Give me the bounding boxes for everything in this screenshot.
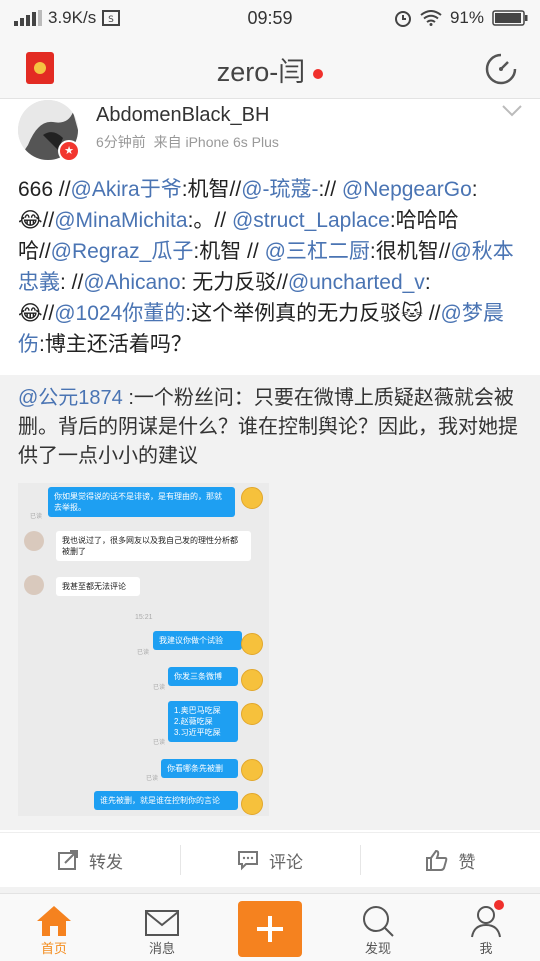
tab-compose[interactable] (216, 894, 324, 961)
chat-bubble: 我甚至都无法评论 (56, 577, 140, 596)
repost-label: 转发 (89, 852, 123, 872)
chat-bubble: 我建议你做个试验 (153, 631, 242, 650)
status-bar: 3.9K/s S 09:59 91% (0, 0, 540, 36)
chat-avatar (241, 669, 263, 691)
wifi-icon (420, 10, 442, 26)
search-icon (363, 906, 394, 937)
signal-icon (14, 10, 42, 26)
tab-me[interactable]: 我 (432, 894, 540, 961)
post-text: 666 //@Akira于爷:机智//@-琉蔻-:// @NepgearGo:😂… (18, 174, 526, 360)
repost-button[interactable]: 转发 (0, 833, 180, 887)
mention-link[interactable]: @uncharted_v (288, 271, 425, 294)
post-time: 6分钟前 (96, 134, 146, 150)
compose-button[interactable] (238, 901, 302, 957)
mention-link[interactable]: @-琉蔻- (241, 178, 318, 201)
tab-me-label: 我 (479, 941, 493, 956)
read-receipt: 已读 (137, 650, 150, 656)
chat-avatar (241, 759, 263, 781)
notification-dot (313, 68, 324, 79)
mention-link[interactable]: @Akira于爷 (71, 178, 182, 201)
chat-timestamp: 15:21 (135, 614, 153, 621)
chat-avatar (241, 703, 263, 725)
tab-messages[interactable]: 消息 (108, 894, 216, 961)
chat-avatar (24, 575, 44, 595)
like-button[interactable]: 赞 (360, 833, 540, 887)
repost-text: @公元1874 :一个粉丝问：只要在微博上质疑赵薇就会被删。背后的阴谋是什么？谁… (18, 384, 526, 471)
mention-link[interactable]: @1024你董的 (54, 302, 185, 325)
chat-bubble: 你发三条微博 (168, 667, 238, 686)
mention-link[interactable]: @三杠二厨 (265, 240, 370, 263)
chat-avatar (241, 793, 263, 815)
repost-author-link[interactable]: @公元1874 (18, 387, 123, 409)
repost-icon (58, 850, 78, 870)
mention-link[interactable]: @Regraz_瓜子 (51, 240, 194, 263)
post-text-segment: : 无力反驳// (180, 271, 288, 294)
post-text-segment: :博主还活着吗？ (39, 333, 192, 356)
post-text-segment: : // (60, 271, 84, 294)
verified-badge-icon: ★ (58, 140, 80, 162)
mention-link[interactable]: @struct_Laplace (232, 209, 390, 232)
mention-link[interactable]: @NepgearGo (342, 178, 472, 201)
post-text-segment: 666 // (18, 178, 71, 201)
chevron-down-icon[interactable] (502, 104, 522, 118)
chat-bubble: 1.奥巴马吃屎 2.赵薇吃屎 3.习近平吃屎 (168, 701, 238, 742)
post-action-bar: 转发 评论 赞 (0, 832, 540, 887)
tab-discover-label: 发现 (364, 941, 391, 956)
chat-bubble: 我也说过了，很多网友以及我自己发的理性分析都被删了 (56, 531, 251, 561)
read-receipt: 已读 (146, 776, 159, 782)
screenshot-icon: S (102, 10, 121, 26)
chat-avatar (24, 531, 44, 551)
svg-text:S: S (108, 15, 114, 25)
chat-avatar (241, 487, 263, 509)
chat-bubble: 你看哪条先被删 (161, 759, 238, 778)
plus-icon (257, 916, 283, 942)
post-text-segment: :这个举例真的无力反驳🐱 // (185, 302, 441, 325)
bottom-tab-bar: 首页 消息 发现 我 (0, 893, 540, 961)
post-text-segment: :// (318, 178, 337, 201)
embedded-chat-image[interactable]: 你如果觉得说的话不是诽谤，是有理由的，那就去举报。 已读 我也说过了，很多网友以… (18, 483, 269, 816)
alarm-icon (394, 11, 411, 27)
read-receipt: 已读 (30, 514, 43, 520)
thumbs-up-icon (425, 849, 447, 871)
post-meta: 6分钟前 来自 iPhone 6s Plus (96, 132, 279, 152)
post-source: 来自 iPhone 6s Plus (153, 134, 279, 150)
post-text-segment: :机智 // (193, 240, 259, 263)
home-icon (37, 906, 71, 936)
post-text-segment: :。// (187, 209, 227, 232)
radar-icon[interactable] (484, 52, 518, 86)
tab-discover[interactable]: 发现 (324, 894, 432, 961)
mention-link[interactable]: @Ahicano (83, 271, 180, 294)
page-title-text: zero-闫 (216, 57, 306, 87)
chat-bubble: 谁先被删，就是谁在控制你的言论 (94, 791, 238, 810)
post-text-segment: :很机智// (369, 240, 451, 263)
post-text-segment: :机智// (181, 178, 242, 201)
chat-bubble: 你如果觉得说的话不是诽谤，是有理由的，那就去举报。 (48, 487, 235, 517)
battery-icon (492, 10, 528, 26)
read-receipt: 已读 (153, 685, 166, 691)
page-title[interactable]: zero-闫 (0, 50, 540, 89)
read-receipt: 已读 (153, 740, 166, 746)
mention-link[interactable]: @MinaMichita (54, 209, 187, 232)
top-bar: zero-闫 (0, 36, 540, 99)
like-label: 赞 (458, 852, 476, 872)
envelope-icon (145, 910, 179, 936)
comment-label: 评论 (269, 852, 303, 872)
chat-avatar (241, 633, 263, 655)
post-username[interactable]: AbdomenBlack_BH (96, 104, 269, 127)
notification-dot (494, 900, 504, 910)
network-speed: 3.9K/s (48, 8, 97, 27)
tab-home[interactable]: 首页 (0, 894, 108, 961)
comment-button[interactable]: 评论 (180, 833, 360, 887)
comment-icon (238, 851, 258, 871)
tab-messages-label: 消息 (148, 941, 175, 956)
tab-home-label: 首页 (40, 941, 67, 956)
battery-percent: 91% (449, 8, 484, 27)
